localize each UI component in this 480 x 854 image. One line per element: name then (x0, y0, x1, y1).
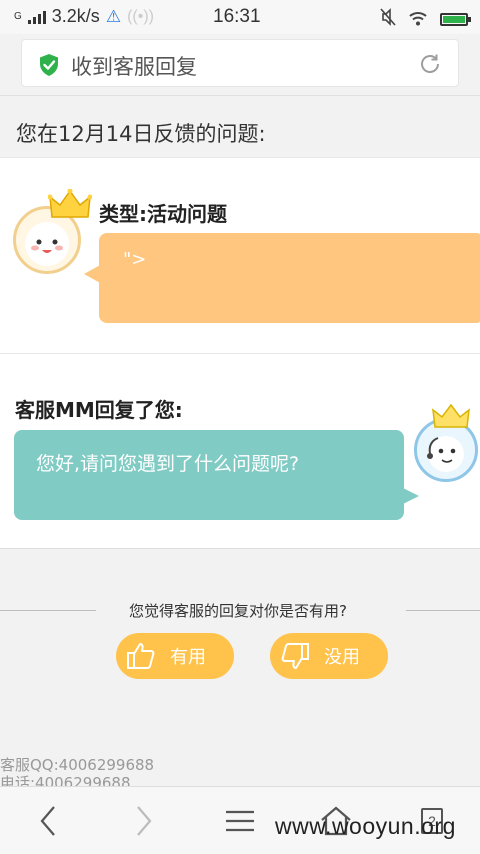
reply-label: 客服MM回复了您: (15, 398, 183, 422)
status-right (380, 8, 471, 30)
divider-right (406, 610, 480, 611)
rating-question: 您觉得客服的回复对你是否有用? (129, 602, 347, 620)
clock: 16:31 (213, 6, 261, 27)
shield-check-icon (40, 54, 58, 76)
user-message-bubble: "> (99, 233, 480, 323)
user-message: "> (123, 249, 147, 270)
crown-icon (48, 189, 92, 218)
contact-phone: 电话:4006299688 (0, 774, 131, 786)
useful-label: 有用 (170, 647, 206, 668)
network-type: G (14, 11, 22, 22)
wifi-icon (408, 10, 428, 29)
address-field[interactable]: 收到客服回复 (21, 39, 459, 87)
reply-card: 客服MM回复了您: 您好,请问您遇到了什么问题呢? (0, 353, 480, 549)
feedback-date: 您在12月14日反馈的问题: (16, 122, 266, 146)
crown-icon (432, 403, 470, 428)
cs-avatar (414, 403, 478, 482)
chevron-left-icon (40, 806, 55, 836)
battery-level (443, 15, 465, 23)
page-title: 收到客服回复 (71, 55, 197, 79)
feedback-type: 类型:活动问题 (99, 202, 227, 226)
thumbs-up-icon (127, 643, 155, 669)
divider-left (0, 610, 96, 611)
address-bar: 收到客服回复 (0, 34, 480, 96)
menu-icon (226, 810, 254, 832)
useless-button[interactable]: 没用 (270, 633, 388, 679)
feedback-card: 类型:活动问题 "> (0, 157, 480, 353)
warning-icon: ⚠ (105, 6, 122, 26)
bubble-tail (403, 488, 419, 504)
signal-icon (27, 10, 46, 24)
reply-message-bubble: 您好,请问您遇到了什么问题呢? (14, 430, 404, 520)
chevron-right-icon (137, 806, 152, 836)
user-avatar (13, 189, 92, 274)
network-speed: 3.2k/s (51, 6, 100, 26)
reply-message: 您好,请问您遇到了什么问题呢? (36, 453, 300, 475)
status-left: G 3.2k/s ⚠ ((•)) (14, 6, 154, 27)
hotspot-icon: ((•)) (127, 7, 154, 25)
battery-icon (440, 12, 471, 26)
mute-icon (380, 8, 396, 30)
menu-button[interactable] (220, 803, 260, 839)
watermark: www.wooyun.org (275, 813, 456, 839)
useful-button[interactable]: 有用 (116, 633, 234, 679)
status-bar: G 3.2k/s ⚠ ((•)) 16:31 (0, 0, 480, 34)
back-button[interactable] (28, 803, 68, 839)
useless-label: 没用 (324, 647, 360, 668)
reload-icon[interactable] (418, 52, 442, 76)
forward-button[interactable] (124, 803, 164, 839)
thumbs-down-icon (281, 643, 309, 669)
